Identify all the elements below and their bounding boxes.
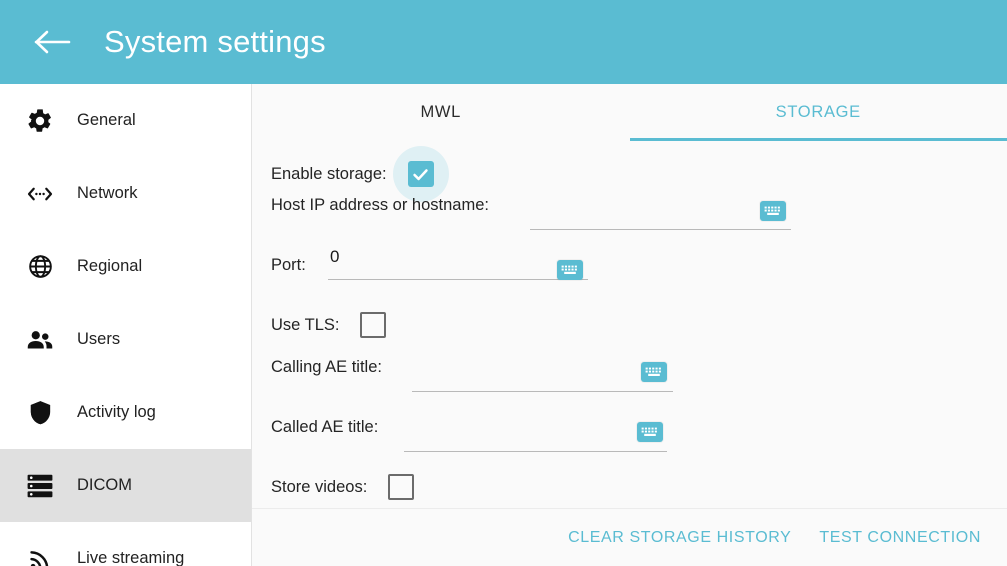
sidebar-item-label: Network bbox=[77, 184, 138, 202]
sidebar-item-label: Users bbox=[77, 330, 121, 348]
sidebar-item-label: Activity log bbox=[77, 403, 156, 421]
field-enable-storage: Enable storage: bbox=[271, 146, 449, 202]
calling-ae-label: Calling AE title: bbox=[271, 358, 382, 376]
port-input[interactable]: 0 bbox=[328, 246, 588, 280]
keyboard-icon bbox=[764, 206, 780, 215]
arrow-left-icon bbox=[33, 27, 73, 57]
sidebar-item-label: DICOM bbox=[77, 476, 132, 494]
keyboard-icon bbox=[561, 265, 577, 274]
port-keyboard-button[interactable] bbox=[557, 260, 583, 280]
gear-icon bbox=[20, 101, 60, 141]
field-host: Host IP address or hostname: bbox=[271, 196, 489, 215]
keyboard-icon bbox=[641, 427, 657, 436]
network-icon bbox=[20, 174, 60, 214]
checkbox-unchecked-icon bbox=[388, 474, 415, 500]
enable-storage-label: Enable storage: bbox=[271, 164, 387, 183]
field-store-videos: Store videos: bbox=[271, 459, 429, 508]
host-input[interactable] bbox=[530, 196, 791, 230]
back-button[interactable] bbox=[26, 15, 80, 69]
tab-mwl[interactable]: MWL bbox=[252, 84, 630, 141]
sidebar-item-regional[interactable]: Regional bbox=[0, 230, 251, 303]
system-settings-screen: System settings General Network Regional… bbox=[0, 0, 1007, 566]
use-tls-label: Use TLS: bbox=[271, 315, 340, 334]
sidebar-item-live-streaming[interactable]: Live streaming bbox=[0, 522, 251, 566]
called-ae-keyboard-button[interactable] bbox=[637, 422, 663, 442]
body: General Network Regional Users Activity … bbox=[0, 84, 1007, 566]
checkbox-unchecked-icon bbox=[360, 312, 387, 338]
page-title: System settings bbox=[104, 24, 326, 59]
sidebar-item-network[interactable]: Network bbox=[0, 157, 251, 230]
keyboard-icon bbox=[645, 367, 661, 376]
calling-ae-keyboard-button[interactable] bbox=[641, 362, 667, 382]
field-called-ae: Called AE title: bbox=[271, 418, 378, 437]
test-connection-button[interactable]: TEST CONNECTION bbox=[805, 521, 995, 555]
users-icon bbox=[20, 320, 60, 360]
host-label: Host IP address or hostname: bbox=[271, 196, 489, 214]
sidebar-item-dicom[interactable]: DICOM bbox=[0, 449, 251, 522]
checkbox-checked-icon bbox=[407, 161, 434, 187]
sidebar-item-label: Regional bbox=[77, 257, 143, 275]
port-input-value: 0 bbox=[330, 247, 340, 266]
clear-storage-history-button[interactable]: CLEAR STORAGE HISTORY bbox=[554, 521, 805, 555]
globe-icon bbox=[20, 247, 60, 287]
broadcast-icon bbox=[20, 539, 60, 566]
tab-storage[interactable]: STORAGE bbox=[629, 84, 1007, 141]
app-bar: System settings bbox=[0, 0, 1007, 84]
storage-form: Enable storage: Host IP address or hostn… bbox=[252, 141, 1007, 509]
sidebar-item-label: General bbox=[77, 111, 136, 129]
sidebar-item-users[interactable]: Users bbox=[0, 303, 251, 376]
store-videos-label: Store videos: bbox=[271, 477, 368, 496]
tab-label: STORAGE bbox=[775, 103, 861, 121]
sidebar-item-label: Live streaming bbox=[77, 549, 185, 566]
called-ae-label: Called AE title: bbox=[271, 418, 379, 436]
shield-icon bbox=[20, 393, 60, 433]
sidebar-item-activity-log[interactable]: Activity log bbox=[0, 376, 251, 449]
port-label: Port: bbox=[271, 256, 306, 274]
sidebar-item-general[interactable]: General bbox=[0, 84, 251, 157]
field-calling-ae: Calling AE title: bbox=[271, 358, 382, 377]
field-port: Port: bbox=[271, 256, 306, 275]
tab-bar: MWL STORAGE bbox=[252, 84, 1007, 141]
sidebar: General Network Regional Users Activity … bbox=[0, 84, 252, 566]
host-keyboard-button[interactable] bbox=[760, 201, 786, 221]
tab-label: MWL bbox=[420, 103, 462, 121]
storage-icon bbox=[20, 466, 60, 506]
use-tls-checkbox[interactable] bbox=[345, 297, 401, 353]
store-videos-checkbox[interactable] bbox=[373, 459, 429, 508]
content-panel: MWL STORAGE Enable storage: Host IP addr… bbox=[252, 84, 1007, 566]
called-ae-input[interactable] bbox=[404, 418, 667, 452]
calling-ae-input[interactable] bbox=[412, 358, 673, 392]
enable-storage-checkbox[interactable] bbox=[392, 146, 449, 202]
action-bar: CLEAR STORAGE HISTORY TEST CONNECTION bbox=[252, 509, 1007, 566]
field-use-tls: Use TLS: bbox=[271, 297, 401, 353]
